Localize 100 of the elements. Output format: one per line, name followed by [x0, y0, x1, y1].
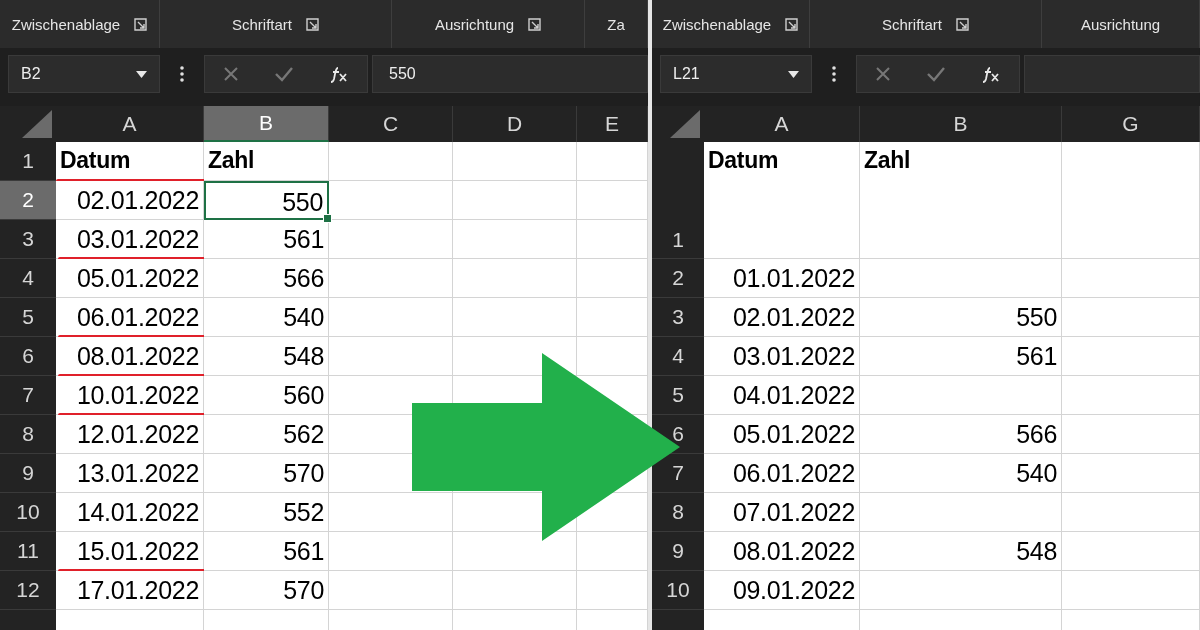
- ribbon-group-label: Ausrichtung: [1080, 15, 1161, 33]
- column-header[interactable]: D: [453, 106, 577, 142]
- dialog-launcher-icon[interactable]: [134, 17, 148, 31]
- column-header[interactable]: B: [204, 106, 329, 142]
- table-cell: 14.01.2022: [56, 493, 204, 532]
- ribbon-group-label: Ausrichtung: [434, 15, 515, 33]
- row-header[interactable]: 1: [652, 142, 704, 259]
- ribbon-group-label: Schriftart: [882, 15, 942, 33]
- table-cell: 01.01.2022: [704, 259, 860, 298]
- column-header[interactable]: C: [329, 106, 453, 142]
- row-header[interactable]: 2: [652, 259, 704, 298]
- table-cell: 540: [204, 298, 329, 337]
- formula-field[interactable]: [1024, 55, 1200, 93]
- row-header[interactable]: 7: [652, 454, 704, 493]
- table-cell: 550: [204, 181, 329, 220]
- row-header[interactable]: 8: [652, 493, 704, 532]
- select-all-icon[interactable]: [670, 110, 700, 138]
- ribbon-group-label: Zwischenablage: [662, 15, 772, 33]
- row-header[interactable]: 2: [0, 181, 56, 220]
- table-cell: [577, 259, 648, 298]
- check-icon[interactable]: [926, 66, 946, 82]
- column-header[interactable]: E: [577, 106, 648, 142]
- table-cell: [577, 337, 648, 376]
- row-header[interactable]: 4: [0, 259, 56, 298]
- row-header[interactable]: 6: [0, 337, 56, 376]
- table-cell: 548: [860, 532, 1062, 571]
- table-cell: 561: [204, 532, 329, 571]
- table-cell: 04.01.2022: [704, 376, 860, 415]
- dialog-launcher-icon[interactable]: [528, 17, 542, 31]
- check-icon[interactable]: [274, 66, 294, 82]
- table-cell: 10.01.2022: [56, 376, 204, 415]
- row-header[interactable]: 10: [0, 493, 56, 532]
- table-cell: 562: [204, 415, 329, 454]
- row-header[interactable]: 11: [0, 532, 56, 571]
- dialog-launcher-icon[interactable]: [956, 17, 969, 31]
- table-cell: Zahl: [860, 142, 1062, 259]
- table-cell: 03.01.2022: [704, 337, 860, 376]
- column-header[interactable]: A: [704, 106, 860, 142]
- dropdown-caret-icon[interactable]: [136, 70, 147, 78]
- name-box[interactable]: B2: [8, 55, 160, 93]
- cancel-icon[interactable]: [222, 66, 239, 82]
- dialog-launcher-icon[interactable]: [306, 17, 319, 31]
- ribbon-group-label: Schriftart: [232, 15, 292, 33]
- select-all-icon[interactable]: [22, 110, 52, 138]
- row-header[interactable]: 10: [652, 571, 704, 610]
- function-icon[interactable]: [981, 65, 1002, 83]
- row-header[interactable]: 5: [652, 376, 704, 415]
- column-header[interactable]: G: [1062, 106, 1200, 142]
- ribbon-group-label: Za: [607, 15, 625, 33]
- table-cell: [577, 142, 648, 181]
- table-cell: 548: [204, 337, 329, 376]
- more-options-icon[interactable]: [180, 66, 184, 82]
- dropdown-caret-icon[interactable]: [788, 70, 799, 78]
- table-cell: 05.01.2022: [56, 259, 204, 298]
- table-cell: Zahl: [204, 142, 329, 181]
- row-header[interactable]: 4: [652, 337, 704, 376]
- table-cell: 08.01.2022: [56, 337, 204, 376]
- table-cell: 560: [204, 376, 329, 415]
- row-header[interactable]: 12: [0, 571, 56, 610]
- row-header[interactable]: 3: [0, 220, 56, 259]
- fill-handle[interactable]: [323, 214, 332, 223]
- table-cell: [577, 220, 648, 259]
- row-header[interactable]: 8: [0, 415, 56, 454]
- table-cell: 15.01.2022: [56, 532, 204, 571]
- table-cell: [577, 532, 648, 571]
- table-cell: 03.01.2022: [56, 220, 204, 259]
- row-header[interactable]: 5: [0, 298, 56, 337]
- table-cell: 540: [860, 454, 1062, 493]
- table-cell: Datum: [704, 142, 860, 259]
- table-cell: 02.01.2022: [704, 298, 860, 337]
- name-box[interactable]: L21: [660, 55, 812, 93]
- table-cell: 09.01.2022: [704, 571, 860, 610]
- table-cell: 07.01.2022: [704, 493, 860, 532]
- table-cell: 05.01.2022: [704, 415, 860, 454]
- table-cell: 550: [860, 298, 1062, 337]
- table-cell: 17.01.2022: [56, 571, 204, 610]
- column-header[interactable]: B: [860, 106, 1062, 142]
- row-header[interactable]: 1: [0, 142, 56, 181]
- table-cell: Datum: [56, 142, 204, 181]
- table-cell: 06.01.2022: [56, 298, 204, 337]
- formula-field[interactable]: 550: [372, 55, 648, 93]
- table-cell: 06.01.2022: [704, 454, 860, 493]
- row-header[interactable]: 9: [0, 454, 56, 493]
- row-header[interactable]: 3: [652, 298, 704, 337]
- table-cell: 570: [204, 571, 329, 610]
- more-options-icon[interactable]: [832, 66, 836, 82]
- table-cell: [577, 181, 648, 220]
- row-header[interactable]: 7: [0, 376, 56, 415]
- table-cell: 561: [860, 337, 1062, 376]
- table-cell: 12.01.2022: [56, 415, 204, 454]
- function-icon[interactable]: [329, 65, 350, 83]
- table-cell: 561: [204, 220, 329, 259]
- table-cell: 570: [204, 454, 329, 493]
- table-cell: [577, 298, 648, 337]
- table-cell: [577, 571, 648, 610]
- table-cell: 02.01.2022: [56, 181, 204, 220]
- row-header[interactable]: 9: [652, 532, 704, 571]
- cancel-icon[interactable]: [874, 66, 891, 82]
- column-header[interactable]: A: [56, 106, 204, 142]
- dialog-launcher-icon[interactable]: [785, 17, 799, 31]
